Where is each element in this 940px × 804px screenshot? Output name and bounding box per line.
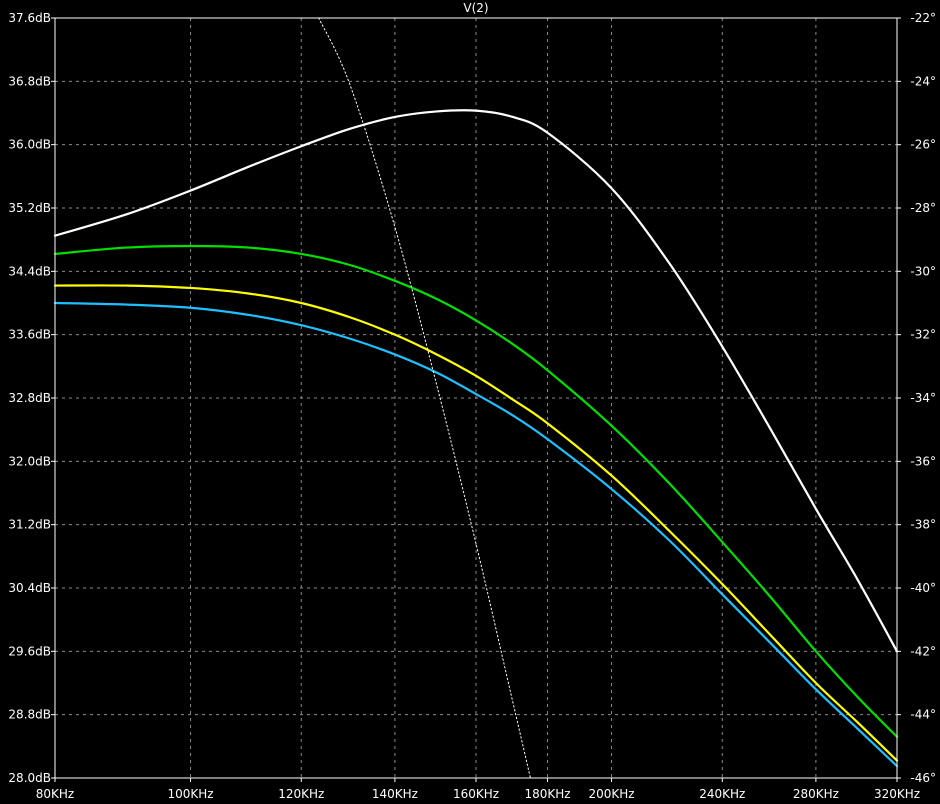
chart-title: V(2) bbox=[463, 1, 488, 15]
x-tick-label: 80KHz bbox=[36, 787, 74, 801]
y-left-tick-label: 36.0dB bbox=[8, 138, 51, 152]
y-left-tick-label: 33.6dB bbox=[8, 328, 51, 342]
y-right-tick-label: -28° bbox=[910, 201, 936, 215]
y-right-tick-label: -34° bbox=[910, 391, 936, 405]
y-right-tick-label: -40° bbox=[910, 581, 936, 595]
x-tick-label: 280KHz bbox=[793, 787, 839, 801]
y-left-tick-label: 35.2dB bbox=[8, 201, 51, 215]
x-tick-label: 240KHz bbox=[699, 787, 745, 801]
y-right-tick-label: -22° bbox=[910, 11, 936, 25]
y-right-tick-label: -46° bbox=[910, 771, 936, 785]
y-left-tick-label: 32.0dB bbox=[8, 454, 51, 468]
x-tick-label: 200KHz bbox=[588, 787, 634, 801]
y-left-tick-label: 37.6dB bbox=[8, 11, 51, 25]
plot-background bbox=[0, 0, 940, 804]
y-right-tick-label: -30° bbox=[910, 264, 936, 278]
y-left-tick-label: 36.8dB bbox=[8, 74, 51, 88]
y-right-tick-label: -38° bbox=[910, 518, 936, 532]
y-left-tick-label: 31.2dB bbox=[8, 518, 51, 532]
y-right-tick-label: -36° bbox=[910, 454, 936, 468]
y-left-tick-label: 28.8dB bbox=[8, 708, 51, 722]
y-right-tick-label: -26° bbox=[910, 138, 936, 152]
bode-plot: 80KHz 100KHz 120KHz 140KHz 160KHz 180KHz 200KH… bbox=[0, 0, 940, 804]
x-tick-label: 100KHz bbox=[167, 787, 213, 801]
y-left-tick-label: 32.8dB bbox=[8, 391, 51, 405]
y-left-tick-label: 29.6dB bbox=[8, 644, 51, 658]
y-left-tick-label: 28.0dB bbox=[8, 771, 51, 785]
y-right-tick-label: -32° bbox=[910, 328, 936, 342]
y-left-tick-label: 30.4dB bbox=[8, 581, 51, 595]
x-tick-label: 180KHz bbox=[524, 787, 570, 801]
y-right-tick-label: -24° bbox=[910, 74, 936, 88]
x-tick-label: 120KHz bbox=[278, 787, 324, 801]
y-right-tick-label: -42° bbox=[910, 644, 936, 658]
x-tick-label: 140KHz bbox=[372, 787, 418, 801]
x-tick-label: 320KHz bbox=[874, 787, 920, 801]
x-tick-label: 160KHz bbox=[453, 787, 499, 801]
y-left-tick-label: 34.4dB bbox=[8, 264, 51, 278]
y-right-tick-label: -44° bbox=[910, 708, 936, 722]
